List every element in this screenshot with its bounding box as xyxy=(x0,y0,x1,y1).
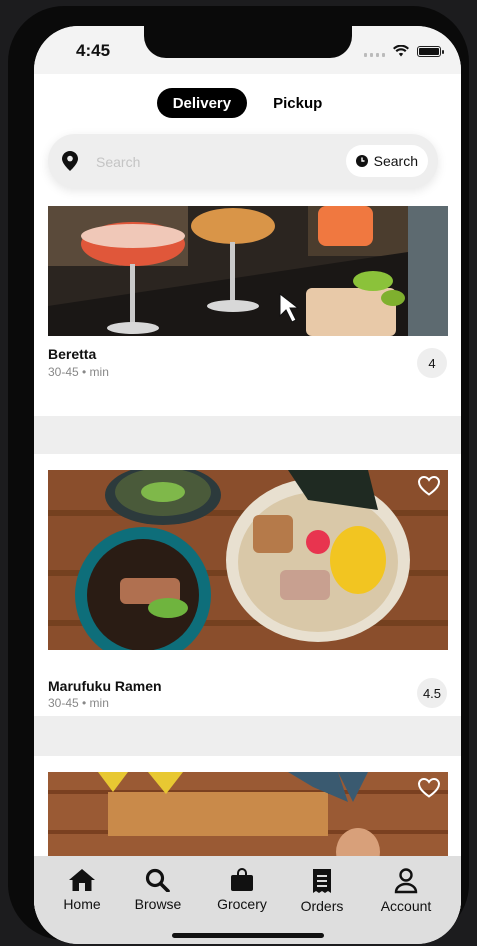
search-button[interactable]: Search xyxy=(345,145,428,177)
app-screen: 4:45 Delivery Pickup Search Search Beret… xyxy=(34,26,461,944)
tab-home[interactable]: Home xyxy=(42,868,122,912)
search-bar: Search xyxy=(48,134,438,188)
delivery-time: 30-45 • min xyxy=(48,696,109,710)
home-indicator xyxy=(172,933,324,938)
restaurant-card[interactable]: Beretta 30-45 • min 4 xyxy=(34,206,461,416)
tab-label: Grocery xyxy=(217,896,267,912)
location-pin-icon[interactable] xyxy=(62,151,78,171)
restaurant-feed: Beretta 30-45 • min 4 Marufuku Ramen 30-… xyxy=(34,206,461,912)
delivery-tab[interactable]: Delivery xyxy=(156,88,248,118)
bottom-tab-bar: Home Browse Grocery Orders Account xyxy=(34,856,461,944)
restaurant-name: Marufuku Ramen xyxy=(48,678,162,694)
divider xyxy=(34,416,461,454)
tab-grocery[interactable]: Grocery xyxy=(202,868,282,912)
tab-label: Browse xyxy=(134,896,182,912)
pickup-tab[interactable]: Pickup xyxy=(257,88,338,118)
search-button-label: Search xyxy=(373,153,418,169)
rating-badge: 4.5 xyxy=(417,678,447,708)
tab-account[interactable]: Account xyxy=(366,868,446,914)
rating-badge: 4 xyxy=(417,348,447,378)
clock-icon xyxy=(355,155,368,167)
restaurant-name: Beretta xyxy=(48,346,97,362)
search-icon xyxy=(145,868,170,892)
tab-label: Orders xyxy=(300,898,344,914)
search-input[interactable] xyxy=(94,148,328,176)
tab-label: Account xyxy=(380,898,432,914)
status-time: 4:45 xyxy=(76,41,111,60)
wifi-icon xyxy=(393,45,409,57)
device-notch xyxy=(144,26,352,58)
person-icon xyxy=(394,868,418,894)
phone-frame: 4:45 Delivery Pickup Search Search Beret… xyxy=(8,6,469,944)
delivery-time: 30-45 • min xyxy=(48,365,109,379)
tab-label: Home xyxy=(63,896,101,912)
receipt-icon xyxy=(313,869,331,893)
restaurant-photo xyxy=(48,470,448,650)
status-icons xyxy=(364,44,444,58)
restaurant-card[interactable]: Marufuku Ramen 30-45 • min 4.5 xyxy=(34,470,461,710)
tab-orders[interactable]: Orders xyxy=(282,868,362,914)
restaurant-photo xyxy=(48,206,448,336)
bag-icon xyxy=(231,868,253,891)
tab-browse[interactable]: Browse xyxy=(118,868,198,912)
favorite-heart-icon[interactable] xyxy=(418,476,440,496)
delivery-pickup-toggle: Delivery Pickup xyxy=(34,88,461,118)
battery-icon xyxy=(417,45,444,57)
divider xyxy=(34,716,461,756)
signal-icon xyxy=(364,45,385,57)
home-icon xyxy=(69,869,95,891)
favorite-heart-icon[interactable] xyxy=(418,778,440,798)
